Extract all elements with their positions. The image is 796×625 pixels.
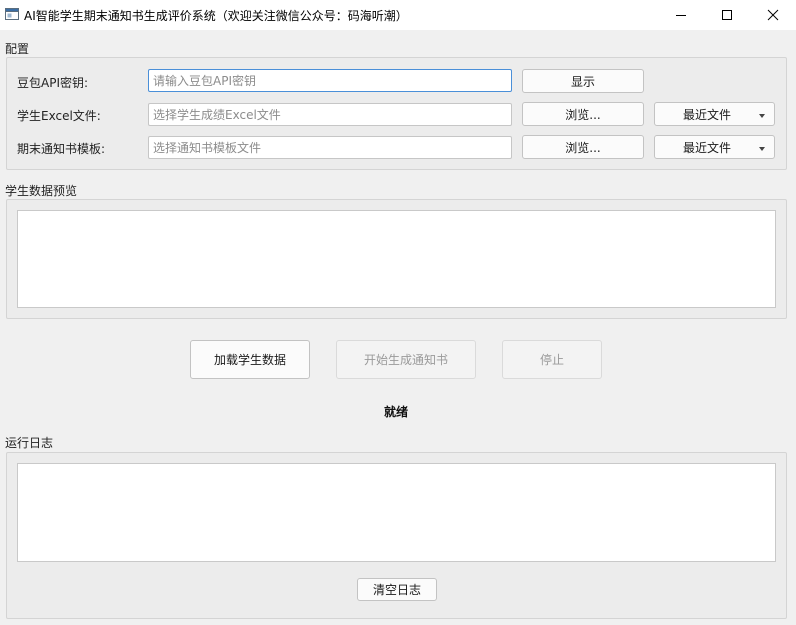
log-output-area[interactable]: [17, 463, 776, 562]
config-group-title: 配置: [5, 42, 30, 56]
preview-group-title: 学生数据预览: [5, 184, 78, 198]
app-icon: [5, 8, 19, 20]
stop-button[interactable]: 停止: [502, 340, 602, 379]
close-button[interactable]: [750, 0, 796, 30]
template-file-label: 期末通知书模板:: [17, 142, 106, 156]
title-bar: AI智能学生期末通知书生成评价系统（欢迎关注微信公众号：码海听潮）: [0, 0, 796, 30]
log-group-title: 运行日志: [5, 436, 54, 450]
minimize-button[interactable]: [658, 0, 704, 30]
show-key-button[interactable]: 显示: [522, 69, 644, 93]
load-data-button[interactable]: 加载学生数据: [190, 340, 310, 379]
minimize-icon: [676, 15, 686, 16]
api-key-input[interactable]: [148, 69, 512, 92]
dropdown-arrow-icon: [759, 114, 765, 118]
maximize-button[interactable]: [704, 0, 750, 30]
clear-log-button[interactable]: 清空日志: [357, 578, 437, 601]
status-label: 就绪: [384, 405, 409, 419]
excel-file-input[interactable]: [148, 103, 512, 126]
student-data-table[interactable]: [17, 210, 776, 308]
recent-excel-dropdown[interactable]: 最近文件: [654, 102, 775, 126]
excel-file-label: 学生Excel文件:: [17, 109, 101, 123]
api-key-label: 豆包API密钥:: [17, 76, 89, 90]
template-file-input[interactable]: [148, 136, 512, 159]
window-title: AI智能学生期末通知书生成评价系统（欢迎关注微信公众号：码海听潮）: [24, 9, 408, 23]
close-icon: [767, 9, 779, 21]
maximize-icon: [722, 10, 732, 20]
log-group: 清空日志: [6, 452, 787, 619]
dropdown-arrow-icon: [759, 147, 765, 151]
recent-template-dropdown[interactable]: 最近文件: [654, 135, 775, 159]
browse-excel-button[interactable]: 浏览...: [522, 102, 644, 126]
start-generate-button[interactable]: 开始生成通知书: [336, 340, 476, 379]
recent-excel-label: 最近文件: [683, 107, 732, 122]
config-group: 豆包API密钥: 显示 学生Excel文件: 浏览... 最近文件 期末通知书模…: [6, 57, 787, 170]
browse-template-button[interactable]: 浏览...: [522, 135, 644, 159]
preview-group: [6, 199, 787, 319]
recent-template-label: 最近文件: [683, 140, 732, 155]
